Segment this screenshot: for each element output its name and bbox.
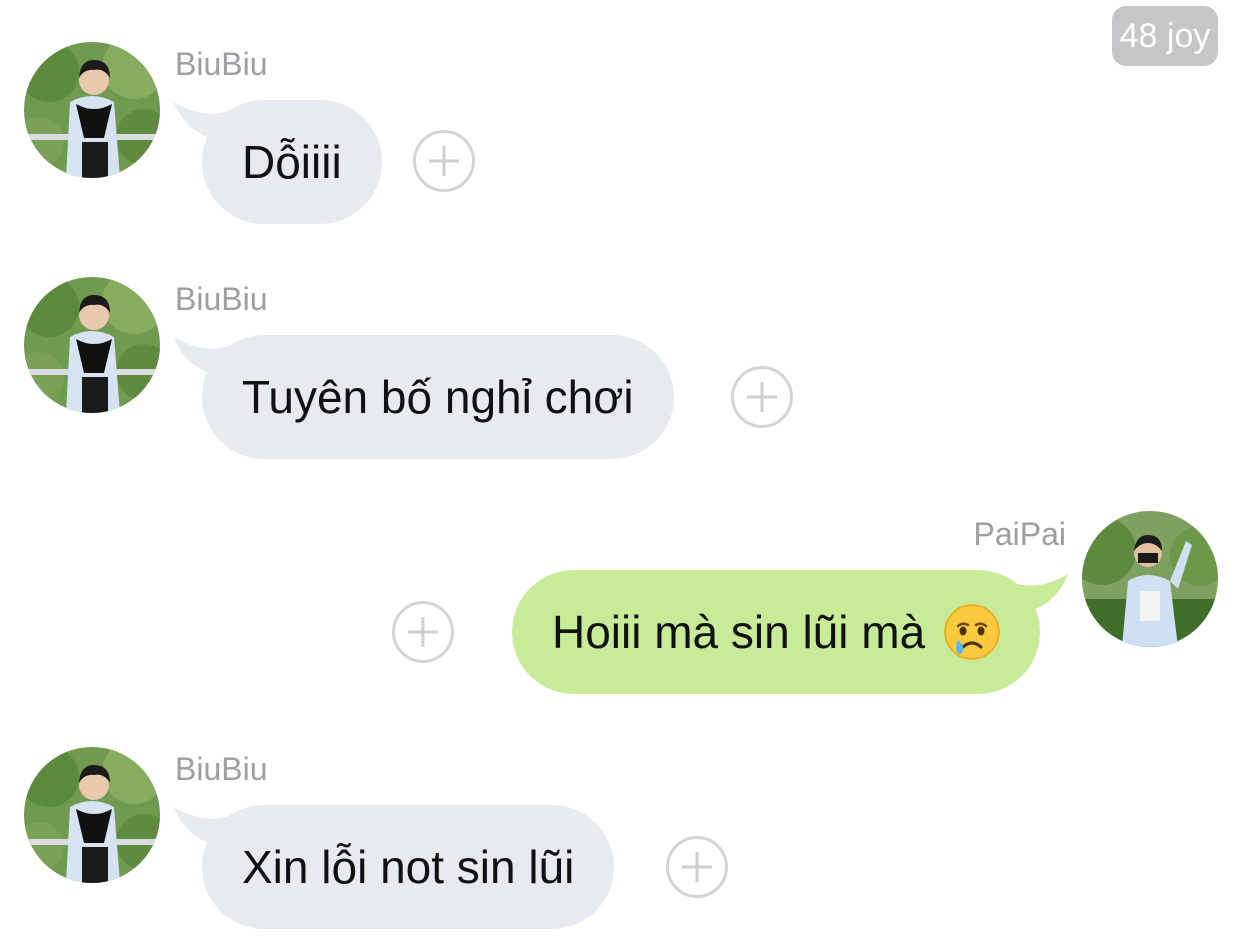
sender-name: BiuBiu [175,46,268,82]
add-reaction-button[interactable] [392,601,454,663]
crying-face-emoji-icon [944,604,1000,660]
sender-name: BiuBiu [175,751,268,787]
message-text: Tuyên bố nghỉ chơi [242,371,634,423]
add-reaction-button[interactable] [413,130,475,192]
message-bubble[interactable]: Hoiii mà sin lũi mà [512,570,1040,694]
avatar-photo-biubiu-icon [24,747,160,883]
message-text: Xin lỗi not sin lũi [242,841,575,893]
avatar-paipai[interactable] [1082,511,1218,647]
add-reaction-button[interactable] [731,366,793,428]
message-text: Dỗiiii [242,136,342,188]
avatar-biubiu[interactable] [24,747,160,883]
sender-name: BiuBiu [175,281,268,317]
avatar-photo-paipai-icon [1082,511,1218,647]
message-text: Hoiii mà sin lũi mà [552,606,926,658]
avatar-biubiu[interactable] [24,42,160,178]
avatar-photo-biubiu-icon [24,277,160,413]
unread-count-badge[interactable]: 48 joy [1112,6,1218,66]
avatar-photo-biubiu-icon [24,42,160,178]
message-bubble[interactable]: Xin lỗi not sin lũi [202,805,615,929]
add-reaction-button[interactable] [666,836,728,898]
sender-name: PaiPai [973,516,1067,552]
avatar-biubiu[interactable] [24,277,160,413]
message-bubble[interactable]: Tuyên bố nghỉ chơi [202,335,674,459]
message-bubble[interactable]: Dỗiiii [202,100,382,224]
